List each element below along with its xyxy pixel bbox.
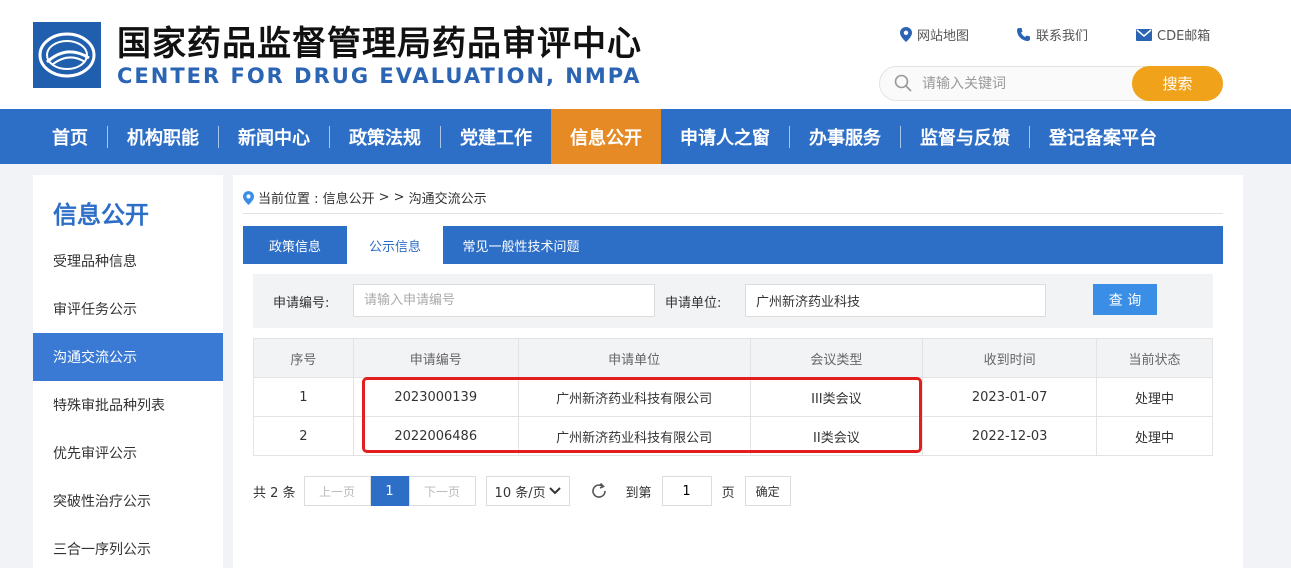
tab-common-technical-questions[interactable]: 常见一般性技术问题 (443, 226, 599, 264)
cde-logo[interactable] (33, 22, 101, 88)
tab-bar: 政策信息 公示信息 常见一般性技术问题 (243, 226, 1223, 264)
cell-status: 处理中 (1096, 377, 1213, 417)
sidebar-item-accepted-varieties[interactable]: 受理品种信息 (33, 237, 223, 285)
prev-page-button[interactable]: 上一页 (303, 476, 371, 506)
page-number-current[interactable]: 1 (370, 476, 409, 506)
table-row[interactable]: 2 2022006486 广州新济药业科技有限公司 II类会议 2022-12-… (253, 416, 1213, 456)
location-pin-icon (243, 190, 254, 205)
sidebar-item-review-tasks[interactable]: 审评任务公示 (33, 285, 223, 333)
nav-item-disclosure[interactable]: 信息公开 (551, 109, 661, 164)
pagination: 共 2 条 上一页 1 下一页 10 条/页 到第 页 确定 (253, 476, 791, 506)
search-input[interactable] (922, 68, 1132, 99)
mail-link[interactable]: CDE邮箱 (1136, 25, 1210, 44)
col-header-received-date: 收到时间 (922, 338, 1098, 378)
mail-label: CDE邮箱 (1157, 29, 1211, 44)
breadcrumb-separator: > > (378, 190, 405, 205)
nav-item-news[interactable]: 新闻中心 (219, 109, 329, 164)
sidebar-item-priority-review[interactable]: 优先审评公示 (33, 429, 223, 477)
tab-public-info[interactable]: 公示信息 (347, 226, 443, 264)
col-header-application-number: 申请编号 (352, 338, 519, 378)
nav-item-policy[interactable]: 政策法规 (330, 109, 440, 164)
breadcrumb-divider (243, 213, 1223, 214)
cell-received-date: 2022-12-03 (922, 416, 1098, 456)
sidebar-item-special-approval[interactable]: 特殊审批品种列表 (33, 381, 223, 429)
tab-policy-info[interactable]: 政策信息 (243, 226, 347, 264)
nav-item-services[interactable]: 办事服务 (790, 109, 900, 164)
total-count: 共 2 条 (253, 485, 296, 501)
application-number-input[interactable] (353, 284, 655, 317)
cell-meeting-type: II类会议 (749, 416, 924, 456)
logo-emblem-icon (33, 22, 101, 88)
applicant-input[interactable] (745, 284, 1046, 317)
application-number-label: 申请编号: (273, 296, 330, 311)
col-header-applicant: 申请单位 (517, 338, 751, 378)
contact-label: 联系我们 (1036, 29, 1089, 44)
breadcrumb-prefix[interactable]: 当前位置 : 信息公开 (258, 188, 375, 207)
search-button[interactable]: 搜索 (1132, 66, 1223, 101)
cell-applicant: 广州新济药业科技有限公司 (517, 377, 751, 417)
cell-received-date: 2023-01-07 (922, 377, 1098, 417)
sitemap-link[interactable]: 网站地图 (900, 25, 969, 44)
page-size-value: 10 条/页 (494, 485, 546, 501)
nav-item-applicant[interactable]: 申请人之窗 (661, 109, 789, 164)
results-table: 序号 申请编号 申请单位 会议类型 收到时间 当前状态 1 2023000139… (253, 338, 1213, 456)
sidebar-item-communication[interactable]: 沟通交流公示 (33, 333, 223, 381)
page-unit-label: 页 (721, 485, 735, 501)
goto-label: 到第 (625, 485, 652, 501)
refresh-icon[interactable] (590, 482, 608, 500)
main-content: 当前位置 : 信息公开 > > 沟通交流公示 政策信息 公示信息 常见一般性技术… (233, 175, 1243, 568)
col-header-meeting-type: 会议类型 (749, 338, 924, 378)
query-button[interactable]: 查 询 (1093, 284, 1157, 315)
cell-applicant: 广州新济药业科技有限公司 (517, 416, 751, 456)
goto-page-input[interactable] (661, 476, 712, 506)
goto-confirm-button[interactable]: 确定 (744, 476, 791, 506)
nav-item-feedback[interactable]: 监督与反馈 (901, 109, 1029, 164)
sidebar-item-breakthrough[interactable]: 突破性治疗公示 (33, 477, 223, 525)
chevron-down-icon (548, 487, 561, 495)
contact-link[interactable]: 联系我们 (1016, 25, 1088, 44)
phone-icon (1017, 28, 1030, 41)
query-form: 申请编号: 申请单位: 查 询 (253, 274, 1213, 328)
nav-item-registration[interactable]: 登记备案平台 (1030, 109, 1176, 164)
cell-index: 2 (253, 416, 354, 456)
table-header-row: 序号 申请编号 申请单位 会议类型 收到时间 当前状态 (253, 338, 1213, 378)
nav-item-functions[interactable]: 机构职能 (108, 109, 218, 164)
sidebar-title: 信息公开 (53, 201, 149, 229)
site-title: 国家药品监督管理局药品审评中心 (117, 24, 642, 64)
nav-item-home[interactable]: 首页 (33, 109, 107, 164)
breadcrumb-current: 沟通交流公示 (408, 192, 487, 207)
breadcrumb: 当前位置 : 信息公开 > > 沟通交流公示 (243, 188, 487, 207)
col-header-status: 当前状态 (1096, 338, 1213, 378)
site-subtitle: CENTER FOR DRUG EVALUATION, NMPA (117, 64, 642, 88)
nav-item-party[interactable]: 党建工作 (441, 109, 551, 164)
sitemap-label: 网站地图 (917, 29, 970, 44)
col-header-index: 序号 (253, 338, 354, 378)
next-page-button[interactable]: 下一页 (408, 476, 476, 506)
cell-meeting-type: III类会议 (749, 377, 924, 417)
map-pin-icon (900, 27, 912, 42)
mail-icon (1136, 28, 1152, 41)
table-row[interactable]: 1 2023000139 广州新济药业科技有限公司 III类会议 2023-01… (253, 377, 1213, 417)
site-search: 搜索 (879, 66, 1223, 101)
cell-application-number: 2022006486 (352, 416, 519, 456)
cell-application-number: 2023000139 (352, 377, 519, 417)
page-size-select[interactable]: 10 条/页 (485, 476, 570, 506)
cell-status: 处理中 (1096, 416, 1213, 456)
search-icon (894, 74, 912, 92)
sidebar: 信息公开 受理品种信息 审评任务公示 沟通交流公示 特殊审批品种列表 优先审评公… (33, 175, 223, 568)
main-nav: 首页 机构职能 新闻中心 政策法规 党建工作 信息公开 申请人之窗 办事服务 监… (0, 109, 1291, 164)
cell-index: 1 (253, 377, 354, 417)
sidebar-item-three-in-one[interactable]: 三合一序列公示 (33, 525, 223, 568)
site-header: 国家药品监督管理局药品审评中心 CENTER FOR DRUG EVALUATI… (0, 0, 1291, 109)
applicant-label: 申请单位: (665, 296, 722, 311)
